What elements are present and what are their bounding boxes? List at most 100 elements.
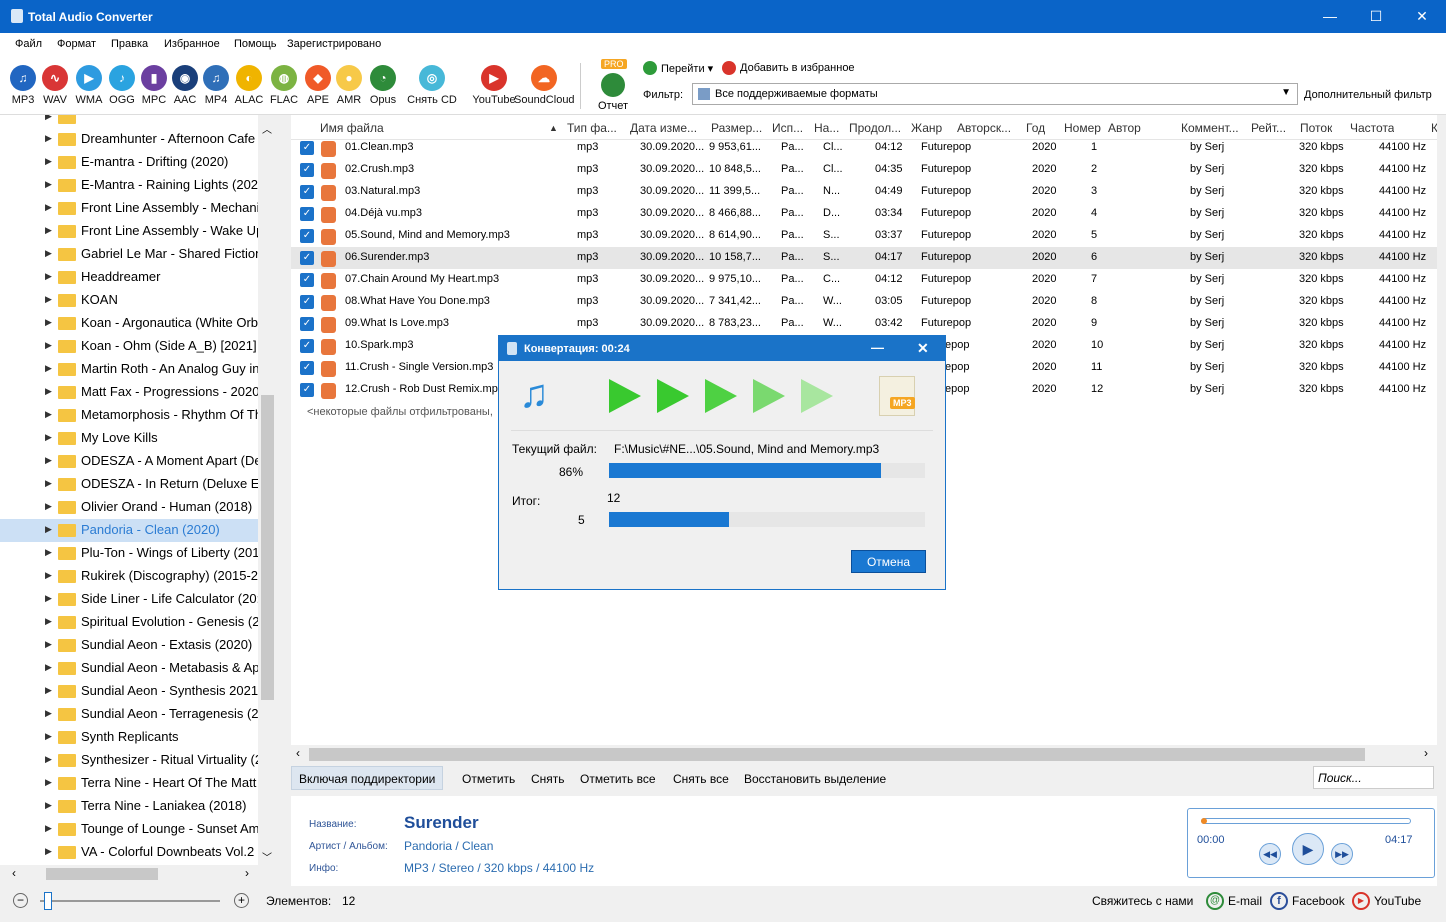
expand-arrow-icon[interactable]: ▶: [45, 409, 52, 420]
expand-arrow-icon[interactable]: ▶: [45, 708, 52, 719]
expand-arrow-icon[interactable]: ▶: [45, 225, 52, 236]
add-favorite-button[interactable]: Добавить в избранное: [740, 62, 855, 74]
expand-arrow-icon[interactable]: ▶: [45, 570, 52, 581]
format-button-снять-cd[interactable]: ◎ Снять CD: [402, 63, 462, 106]
menu-edit[interactable]: Правка: [111, 38, 148, 50]
row-checkbox[interactable]: ✓: [300, 229, 314, 243]
tree-item[interactable]: ▶ Headdreamer: [0, 266, 258, 289]
expand-arrow-icon[interactable]: ▶: [45, 662, 52, 673]
expand-arrow-icon[interactable]: ▶: [45, 524, 52, 535]
uncheck-all-button[interactable]: Снять все: [673, 772, 729, 786]
col-comment[interactable]: Коммент...: [1181, 121, 1245, 135]
expand-arrow-icon[interactable]: ▶: [45, 846, 52, 857]
col-k[interactable]: К: [1431, 121, 1437, 135]
maximize-button[interactable]: ☐: [1353, 0, 1399, 33]
col-bitrate[interactable]: Поток: [1300, 121, 1332, 135]
tree-item[interactable]: ▶ Spiritual Evolution - Genesis (2: [0, 611, 258, 634]
row-checkbox[interactable]: ✓: [300, 163, 314, 177]
table-row[interactable]: ✓ 07.Chain Around My Heart.mp3 mp3 30.09.20…: [291, 269, 1437, 291]
format-button-opus[interactable]: ◔ Opus: [363, 63, 403, 106]
scroll-up-icon[interactable]: ︿: [262, 121, 272, 136]
tree-item[interactable]: ▶ KOAN: [0, 289, 258, 312]
goto-button[interactable]: Перейти ▾: [661, 62, 713, 75]
tree-item[interactable]: ▶ Dreamhunter - Afternoon Cafe: [0, 128, 258, 151]
col-year[interactable]: Год: [1026, 121, 1045, 135]
check-all-button[interactable]: Отметить все: [580, 772, 656, 786]
row-checkbox[interactable]: ✓: [300, 295, 314, 309]
cancel-button[interactable]: Отмена: [851, 550, 926, 573]
table-row[interactable]: ✓ 06.Surender.mp3 mp3 30.09.2020... 10 158,7…: [291, 247, 1437, 269]
dialog-minimize-button[interactable]: —: [871, 340, 884, 355]
tree-horizontal-scrollbar[interactable]: ‹ ›: [8, 866, 276, 882]
uncheck-button[interactable]: Снять: [531, 772, 565, 786]
col-number[interactable]: Номер: [1064, 121, 1101, 135]
close-button[interactable]: ✕: [1399, 0, 1445, 33]
list-scroll-right-icon[interactable]: ›: [1424, 746, 1428, 760]
tree-item[interactable]: ▶ VA - Colorful Downbeats Vol.2: [0, 841, 258, 864]
expand-arrow-icon[interactable]: ▶: [45, 777, 52, 788]
expand-arrow-icon[interactable]: ▶: [45, 179, 52, 190]
col-type[interactable]: Тип фа...: [567, 121, 625, 135]
row-checkbox[interactable]: ✓: [300, 185, 314, 199]
expand-arrow-icon[interactable]: ▶: [45, 754, 52, 765]
row-checkbox[interactable]: ✓: [300, 339, 314, 353]
facebook-link[interactable]: Facebook: [1292, 894, 1345, 908]
scroll-left-icon[interactable]: ‹: [12, 866, 16, 880]
col-genre[interactable]: Жанр: [911, 121, 942, 135]
dialog-close-button[interactable]: ✕: [917, 340, 929, 357]
tree-item[interactable]: ▶ Sundial Aeon - Metabasis & Ap: [0, 657, 258, 680]
tree-item[interactable]: ▶ Sundial Aeon - Extasis (2020): [0, 634, 258, 657]
play-icon[interactable]: ▶: [1292, 833, 1324, 865]
expand-arrow-icon[interactable]: ▶: [45, 455, 52, 466]
restore-selection-button[interactable]: Восстановить выделение: [744, 772, 886, 786]
scroll-right-icon[interactable]: ›: [245, 866, 249, 880]
expand-arrow-icon[interactable]: ▶: [45, 823, 52, 834]
expand-arrow-icon[interactable]: ▶: [45, 340, 52, 351]
table-row[interactable]: ✓ 01.Clean.mp3 mp3 30.09.2020... 9 953,61...…: [291, 137, 1437, 159]
extra-filter-link[interactable]: Дополнительный фильтр: [1304, 89, 1432, 101]
tree-item[interactable]: ▶ Terra Nine - Laniakea (2018): [0, 795, 258, 818]
menu-help[interactable]: Помощь: [234, 38, 277, 50]
tree-item[interactable]: ▶ Tounge of Lounge - Sunset Am: [0, 818, 258, 841]
col-duration[interactable]: Продол...: [849, 121, 907, 135]
tree-item[interactable]: ▶ Matt Fax - Progressions - 2020: [0, 381, 258, 404]
filter-select[interactable]: Все поддерживаемые форматы ▼: [692, 83, 1298, 105]
table-row[interactable]: ✓ 09.What Is Love.mp3 mp3 30.09.2020... 8 78…: [291, 313, 1437, 335]
expand-arrow-icon[interactable]: ▶: [45, 616, 52, 627]
col-artist[interactable]: Исп...: [772, 121, 810, 135]
zoom-out-icon[interactable]: −: [13, 893, 28, 908]
table-row[interactable]: ✓ 05.Sound, Mind and Memory.mp3 mp3 30.09.2…: [291, 225, 1437, 247]
tree-item[interactable]: ▶ Front Line Assembly - Wake Up: [0, 220, 258, 243]
row-checkbox[interactable]: ✓: [300, 317, 314, 331]
tree-item[interactable]: ▶ Martin Roth - An Analog Guy in: [0, 358, 258, 381]
expand-arrow-icon[interactable]: ▶: [45, 432, 52, 443]
expand-arrow-icon[interactable]: ▶: [45, 202, 52, 213]
tree-item[interactable]: ▶ Sundial Aeon - Synthesis 2021: [0, 680, 258, 703]
tree-scroll-thumb[interactable]: [261, 395, 274, 700]
expand-arrow-icon[interactable]: ▶: [45, 133, 52, 144]
minimize-button[interactable]: —: [1307, 0, 1353, 33]
tree-item[interactable]: ▶ Koan - Ohm (Side A_B) [2021]: [0, 335, 258, 358]
format-button-soundcloud[interactable]: ☁ SoundCloud: [514, 63, 575, 106]
expand-arrow-icon[interactable]: ▶: [45, 685, 52, 696]
tree-item[interactable]: ▶ Gabriel Le Mar - Shared Fiction: [0, 243, 258, 266]
list-scroll-left-icon[interactable]: ‹: [296, 746, 300, 760]
table-row[interactable]: ✓ 02.Crush.mp3 mp3 30.09.2020... 10 848,5...…: [291, 159, 1437, 181]
expand-arrow-icon[interactable]: ▶: [45, 800, 52, 811]
tree-item[interactable]: ▶ E-mantra - Drifting (2020): [0, 151, 258, 174]
col-title[interactable]: На...: [814, 121, 846, 135]
seek-handle[interactable]: [1201, 818, 1207, 824]
expand-arrow-icon[interactable]: ▶: [45, 294, 52, 305]
expand-arrow-icon[interactable]: ▶: [45, 478, 52, 489]
tree-item[interactable]: ▶ My Love Kills: [0, 427, 258, 450]
menu-registered[interactable]: Зарегистрировано: [287, 38, 381, 50]
email-link[interactable]: E-mail: [1228, 894, 1262, 908]
row-checkbox[interactable]: ✓: [300, 207, 314, 221]
expand-arrow-icon[interactable]: ▶: [45, 386, 52, 397]
row-checkbox[interactable]: ✓: [300, 273, 314, 287]
col-filename[interactable]: Имя файла: [320, 121, 384, 135]
tree-vertical-scrollbar[interactable]: ︿ ﹀: [259, 115, 276, 865]
col-date[interactable]: Дата изме...: [630, 121, 708, 135]
list-horizontal-scrollbar[interactable]: ‹ ›: [291, 746, 1437, 762]
tree-item[interactable]: ▶ Plu-Ton - Wings of Liberty (201: [0, 542, 258, 565]
